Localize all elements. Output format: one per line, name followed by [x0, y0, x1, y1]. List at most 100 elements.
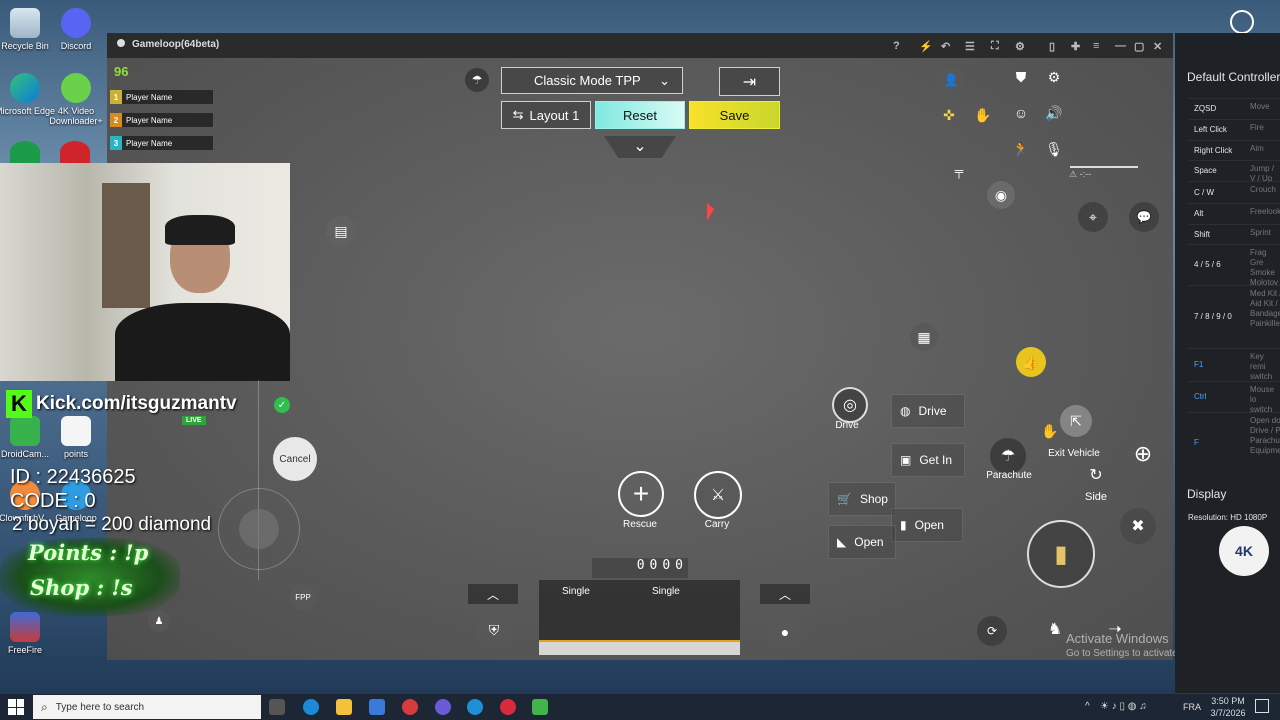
backpack-icon[interactable]: ▤: [326, 216, 356, 246]
id-text: ID : 22436625: [10, 466, 136, 488]
mouse-cursor-icon: [707, 203, 714, 221]
key-action: Mouse lo switch: [1250, 385, 1275, 414]
language-indicator[interactable]: FRA: [1183, 702, 1201, 712]
clock-date[interactable]: 3/7/2026: [1206, 708, 1250, 718]
red-app-icon[interactable]: [60, 141, 90, 163]
edge-taskbar-icon[interactable]: [303, 699, 319, 715]
chat-icon[interactable]: 💬: [1129, 202, 1159, 232]
fpp-button[interactable]: FPP: [290, 584, 316, 610]
sidebar-icon[interactable]: ▯: [1049, 40, 1055, 53]
shield-icon[interactable]: ⛊: [1010, 66, 1032, 88]
tray-icons[interactable]: ☀ ♪ ▯ ◍ ♫: [1100, 701, 1147, 712]
panel-title: Default Controller: [1187, 70, 1280, 84]
code-text: CODE : 0: [10, 490, 96, 512]
reload-icon[interactable]: ⟳: [977, 616, 1007, 646]
sprint-icon[interactable]: 🏃: [1010, 138, 1032, 160]
fire-button[interactable]: ▮: [1027, 520, 1095, 588]
open-action-door[interactable]: ▮ Open: [891, 508, 963, 542]
smiley-icon[interactable]: ☺: [1010, 102, 1032, 124]
rescue-button[interactable]: +: [618, 471, 664, 517]
cancel-button[interactable]: Cancel: [273, 437, 317, 481]
minimap-edge: [1070, 166, 1138, 168]
rotate-icon[interactable]: ↻: [1083, 462, 1109, 488]
reset-button[interactable]: Reset: [595, 101, 685, 129]
exit-layout-button[interactable]: ⇥: [719, 67, 780, 96]
tray-chevron-icon[interactable]: ^: [1085, 701, 1090, 712]
parachute-small-icon[interactable]: ☂: [465, 68, 489, 92]
obs-icon[interactable]: [402, 699, 418, 715]
maximize-icon[interactable]: ▢: [1134, 40, 1144, 53]
get-in-action[interactable]: ▣ Get In: [891, 443, 965, 477]
key-action: Med Kit / Aid Kit / Bandage Painkille: [1250, 289, 1280, 328]
clock-time[interactable]: 3:50 PM: [1208, 696, 1248, 706]
file-explorer-icon[interactable]: [336, 699, 352, 715]
melee-icon[interactable]: ✖: [1120, 508, 1156, 544]
gameloop-taskbar-icon[interactable]: [467, 699, 483, 715]
movement-joystick[interactable]: [218, 488, 300, 570]
joystick-knob[interactable]: [239, 509, 279, 549]
map-pin-icon[interactable]: ⌖: [1078, 202, 1108, 232]
heal-icon[interactable]: ⛨: [476, 612, 512, 648]
weapon-up-right-icon[interactable]: ︿: [760, 584, 810, 604]
windows-start-icon[interactable]: [8, 699, 24, 715]
help-icon[interactable]: ?: [893, 40, 900, 52]
crate-icon[interactable]: ▦: [910, 323, 938, 351]
shop-action[interactable]: 🛒 Shop: [828, 482, 896, 516]
parachute-icon[interactable]: ☂: [990, 438, 1026, 474]
minimize-icon[interactable]: —: [1115, 40, 1126, 52]
grenade-icon[interactable]: ●: [767, 614, 803, 650]
team-icon[interactable]: 👤: [939, 68, 963, 92]
marker-icon[interactable]: ✜: [937, 103, 961, 127]
key-name: Right Click: [1194, 146, 1233, 155]
eye-icon[interactable]: ◉: [987, 181, 1015, 209]
display-title: Display: [1187, 487, 1227, 501]
key-name: Alt: [1194, 209, 1204, 218]
list-icon[interactable]: ☰: [965, 40, 975, 53]
carry-button[interactable]: ⚔: [694, 471, 742, 519]
crosshair-icon[interactable]: ⊕: [1128, 439, 1158, 469]
exit-vehicle-icon[interactable]: ⇱: [1060, 405, 1092, 437]
gear-icon[interactable]: ⚙: [1043, 66, 1065, 88]
key-row: Space Jump / V / Up: [1188, 160, 1280, 183]
notification-icon[interactable]: [1255, 699, 1269, 713]
weapon-up-left-icon[interactable]: ︿: [468, 584, 518, 604]
discord-taskbar-icon[interactable]: [435, 699, 451, 715]
open-action-crate[interactable]: ◣ Open: [828, 525, 896, 559]
peek-icon[interactable]: ♟: [148, 610, 170, 632]
search-icon: ⌕: [41, 699, 48, 714]
key-action: Key remi switch: [1250, 352, 1273, 381]
key-row: ZQSD Move: [1188, 98, 1280, 119]
points-file-icon[interactable]: points: [44, 416, 108, 459]
save-button[interactable]: Save: [689, 101, 780, 129]
discord-icon[interactable]: Discord: [44, 8, 108, 51]
4k-video-downloader-icon[interactable]: 4K Video Downloader+: [44, 73, 108, 126]
green-app-icon[interactable]: [10, 141, 40, 163]
red-taskbar-icon[interactable]: [500, 699, 516, 715]
layout-button[interactable]: ⇆ Layout 1: [501, 101, 591, 129]
freefire-icon[interactable]: FreeFire: [0, 612, 57, 655]
store-icon[interactable]: [369, 699, 385, 715]
mode-select[interactable]: Classic Mode TPP ⌄: [501, 67, 683, 94]
key-row: C / W Crouch: [1188, 181, 1280, 203]
menu-icon[interactable]: ≡: [1093, 40, 1099, 52]
taskbar-search[interactable]: ⌕ Type here to search: [33, 695, 261, 719]
settings-icon[interactable]: ⚙: [1015, 40, 1025, 53]
green-taskbar-icon[interactable]: [532, 699, 548, 715]
thumbs-up-icon[interactable]: 👍: [1016, 347, 1046, 377]
pin-icon[interactable]: ✚: [1071, 40, 1080, 53]
close-icon[interactable]: ✕: [1153, 40, 1162, 53]
fullscreen-icon[interactable]: ⛶: [991, 40, 999, 53]
flash-icon[interactable]: ⚡: [919, 40, 933, 53]
account-circle-icon[interactable]: [1230, 10, 1254, 34]
gun-icon[interactable]: ╤: [944, 156, 974, 186]
microphone-icon[interactable]: 🎙: [1043, 138, 1065, 160]
emote-icon[interactable]: ✋: [971, 103, 995, 127]
speaker-icon[interactable]: 🔊: [1043, 102, 1065, 124]
undo-icon[interactable]: ↶: [941, 40, 950, 53]
hair-shape: [165, 215, 235, 245]
key-name: Shift: [1194, 230, 1211, 239]
steering-wheel-icon[interactable]: ◎: [832, 387, 868, 423]
drive-action[interactable]: ◍ Drive: [891, 394, 965, 428]
task-view-icon[interactable]: [269, 699, 285, 715]
hand-icon: ✋: [1041, 422, 1059, 439]
